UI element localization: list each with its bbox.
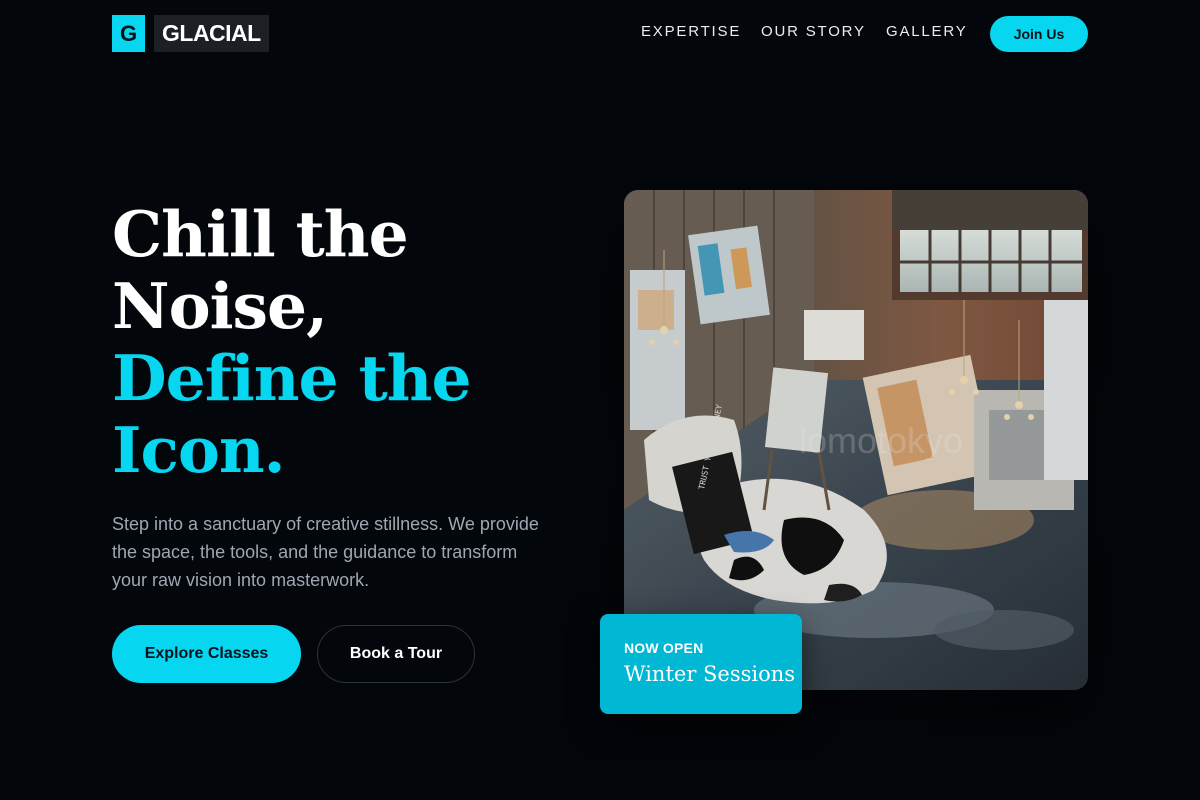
nav-link-our-story[interactable]: OUR STORY — [761, 22, 866, 42]
logo-mark[interactable]: G — [112, 15, 145, 52]
headline-line-3: Define the — [112, 341, 472, 415]
badge-kicker: NOW OPEN — [624, 640, 704, 656]
logo-wordmark[interactable]: GLACIAL — [154, 15, 269, 52]
badge-title: Winter Sessions — [624, 662, 796, 686]
nav-link-gallery[interactable]: GALLERY — [886, 22, 968, 42]
now-open-badge[interactable]: NOW OPEN Winter Sessions — [600, 614, 802, 714]
book-tour-button[interactable]: Book a Tour — [317, 625, 475, 683]
hero-headline: Chill the Noise, Define the Icon. — [112, 198, 582, 486]
join-us-button[interactable]: Join Us — [990, 16, 1088, 52]
headline-line-1: Chill the — [112, 197, 409, 271]
headline-line-4: Icon. — [112, 413, 286, 487]
hero-description: Step into a sanctuary of creative stilln… — [112, 514, 539, 590]
headline-line-2: Noise, — [112, 269, 328, 343]
nav-link-expertise[interactable]: EXPERTISE — [641, 22, 741, 42]
explore-classes-button[interactable]: Explore Classes — [112, 625, 301, 683]
